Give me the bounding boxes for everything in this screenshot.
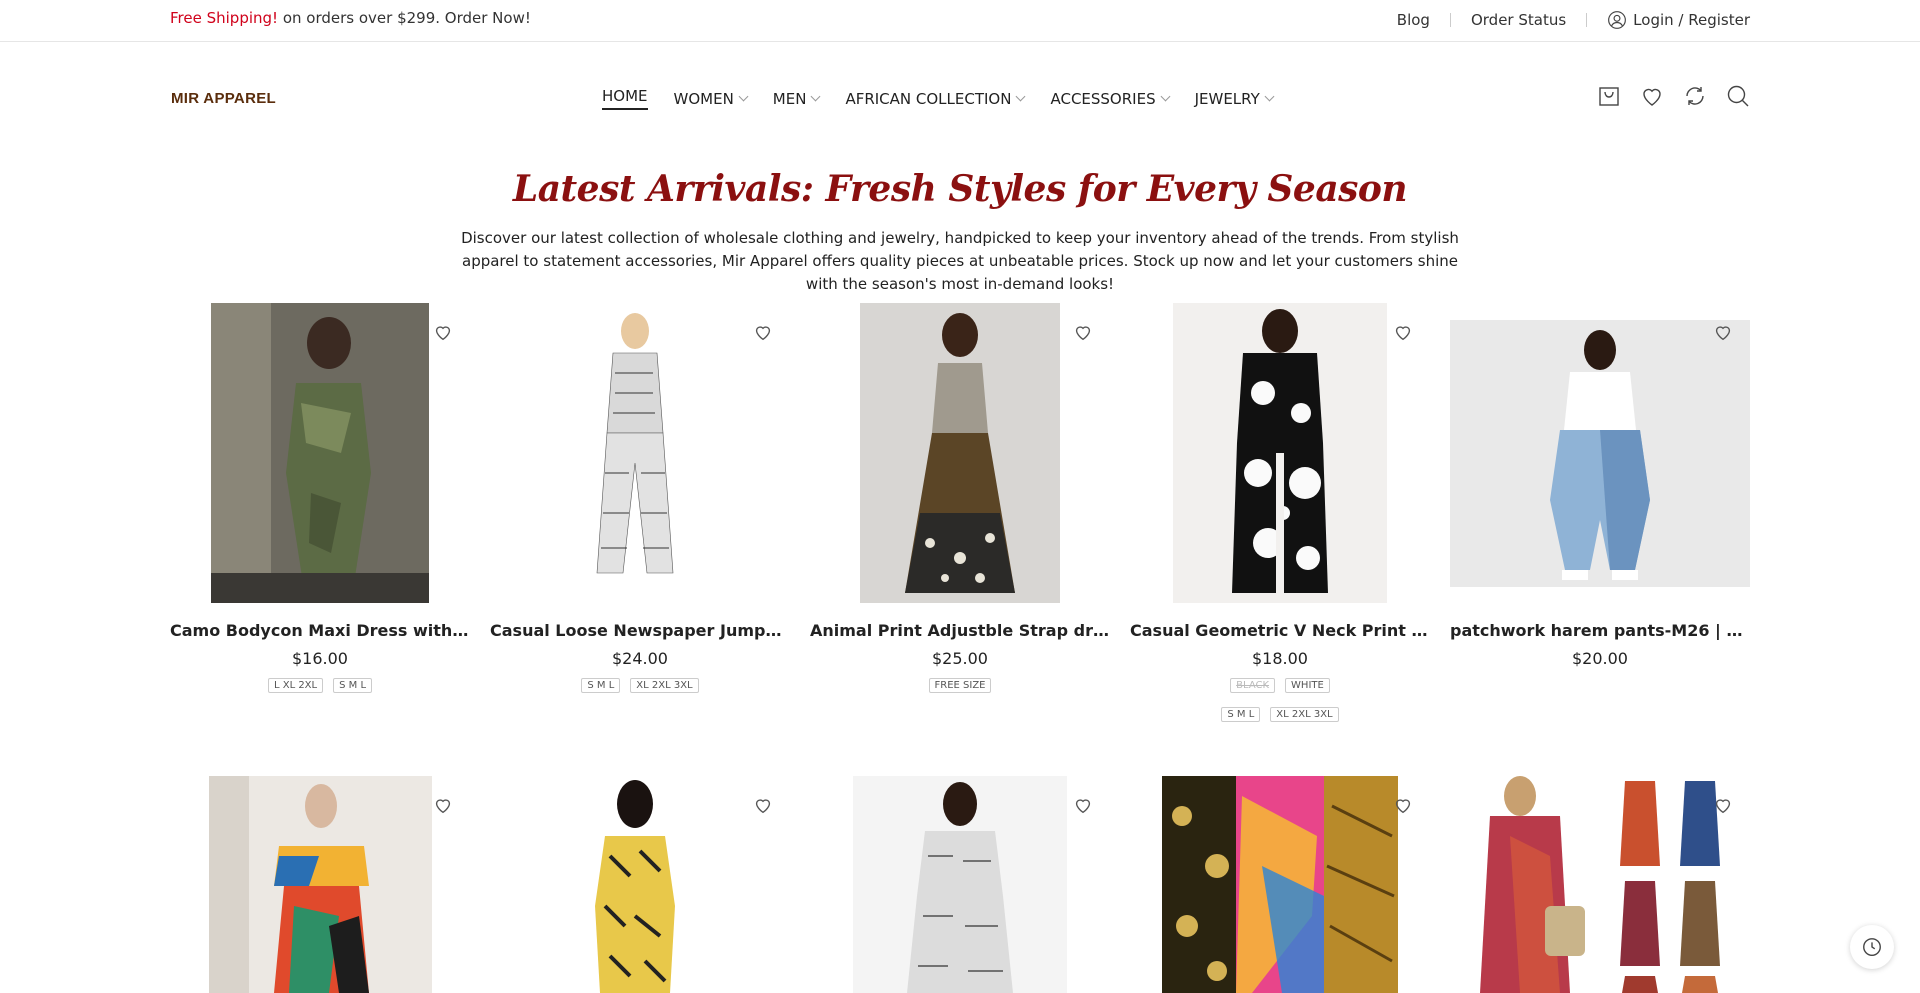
product-image[interactable] [560,776,710,993]
page-description: Discover our latest collection of wholes… [461,229,1459,293]
nav-item-men[interactable]: MEN [772,87,821,110]
product-image[interactable] [1450,320,1750,587]
wishlist-heart-icon[interactable] [1392,794,1414,816]
product-price: $16.00 [292,649,348,668]
search-icon[interactable] [1725,83,1750,108]
product-image[interactable] [1162,776,1398,993]
size-options: L XL 2XL S M L [170,678,470,693]
chevron-down-icon [1264,91,1275,102]
nav-label: AFRICAN COLLECTION [845,89,1012,108]
size-tag[interactable]: L XL 2XL [267,678,324,693]
nav-item-african-collection[interactable]: AFRICAN COLLECTION [845,87,1026,110]
color-options: BLACK WHITE [1130,678,1430,693]
wishlist-heart-icon[interactable] [752,321,774,343]
product-name[interactable]: Camo Bodycon Maxi Dress with Ruc... [170,621,470,640]
product-image[interactable] [853,776,1067,993]
history-icon [1863,938,1881,956]
nav-label: HOME [602,87,648,110]
color-tag[interactable]: BLACK [1230,678,1276,693]
product-image[interactable] [1173,303,1387,603]
nav-label: JEWELRY [1194,89,1260,108]
product-image[interactable] [860,303,1060,603]
promo-message[interactable]: Free Shipping! on orders over $299. Orde… [170,9,531,27]
size-options: S M L XL 2XL 3XL [490,678,790,693]
main-header: MIR APPAREL HOME WOMEN MEN AFRICAN COLLE… [0,41,1920,155]
login-label: Login / Register [1633,11,1750,29]
divider [1586,13,1588,27]
top-links: Blog Order Status Login / Register [1397,10,1750,30]
recently-viewed-button[interactable] [1850,925,1894,969]
nav-item-women[interactable]: WOMEN [673,87,749,110]
chevron-down-icon [738,91,749,102]
wishlist-heart-icon[interactable] [1072,794,1094,816]
nav-label: WOMEN [673,89,734,108]
nav-item-home[interactable]: HOME [602,87,648,110]
wishlist-heart-icon[interactable] [432,794,454,816]
blog-link[interactable]: Blog [1397,11,1430,29]
login-register-link[interactable]: Login / Register [1607,10,1750,30]
promo-text: on orders over $299. Order Now! [278,9,531,27]
product-price: $20.00 [1572,649,1628,668]
user-icon [1608,11,1627,29]
page-title: Latest Arrivals: Fresh Styles for Every … [512,168,1408,210]
product-price: $25.00 [932,649,988,668]
nav-item-jewelry[interactable]: JEWELRY [1194,87,1275,110]
nav-label: ACCESSORIES [1050,89,1156,108]
nav-label: MEN [772,89,807,108]
order-status-link[interactable]: Order Status [1471,11,1566,29]
main-nav: HOME WOMEN MEN AFRICAN COLLECTION ACCESS… [602,87,1299,110]
top-bar: Free Shipping! on orders over $299. Orde… [0,0,1920,42]
site-logo[interactable]: MIR APPAREL [171,90,276,107]
product-name[interactable]: patchwork harem pants-M26 | Whol... [1450,621,1750,640]
product-name[interactable]: Animal Print Adjustble Strap dress ... [810,621,1110,640]
heart-icon[interactable] [1639,83,1664,108]
product-name[interactable]: Casual Geometric V Neck Print Jump... [1130,621,1430,640]
wishlist-heart-icon[interactable] [432,321,454,343]
nav-item-accessories[interactable]: ACCESSORIES [1050,87,1171,110]
size-options: S M L XL 2XL 3XL [1130,707,1430,722]
product-image[interactable] [555,303,715,603]
promo-highlight: Free Shipping! [170,9,279,27]
size-tag[interactable]: S M L [581,678,621,693]
chevron-down-icon [1016,91,1026,102]
divider [1449,13,1451,27]
wishlist-heart-icon[interactable] [1072,321,1094,343]
product-price: $24.00 [612,649,668,668]
chevron-down-icon [1160,91,1171,102]
product-image[interactable] [209,776,432,993]
chevron-down-icon [810,91,821,102]
size-tag[interactable]: FREE SIZE [928,678,992,693]
product-price: $18.00 [1252,649,1308,668]
size-tag[interactable]: S M L [333,678,373,693]
header-icons [1596,83,1750,108]
product-image[interactable] [211,303,429,603]
wishlist-heart-icon[interactable] [1712,794,1734,816]
cart-icon[interactable] [1596,83,1621,108]
compare-icon[interactable] [1682,83,1707,108]
size-tag[interactable]: S M L [1221,707,1261,722]
product-image[interactable] [1450,776,1750,993]
product-name[interactable]: Casual Loose Newspaper Jumpsuit ... [490,621,790,640]
wishlist-heart-icon[interactable] [1712,321,1734,343]
wishlist-heart-icon[interactable] [1392,321,1414,343]
size-options: FREE SIZE [810,678,1110,693]
wishlist-heart-icon[interactable] [752,794,774,816]
color-tag[interactable]: WHITE [1285,678,1330,693]
size-tag[interactable]: XL 2XL 3XL [1270,707,1339,722]
size-tag[interactable]: XL 2XL 3XL [630,678,699,693]
